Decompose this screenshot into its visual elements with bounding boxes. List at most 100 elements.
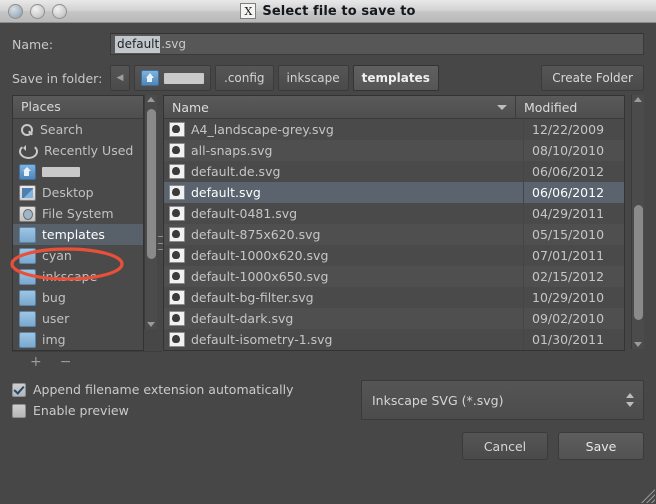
file-modified: 12/22/2009 [532, 122, 605, 137]
pane-splitter-handle[interactable] [158, 236, 163, 250]
places-item-file-system[interactable]: File System [13, 203, 143, 224]
scroll-up-icon[interactable] [634, 97, 642, 102]
file-name: default-1000x650.svg [191, 269, 329, 284]
file-name: default.svg [191, 185, 261, 200]
file-modified: 05/15/2010 [532, 227, 605, 242]
column-header-name[interactable]: Name [164, 96, 516, 118]
places-item-desktop[interactable]: Desktop [13, 182, 143, 203]
table-row[interactable]: default-1000x620.svg 07/01/2011 [164, 245, 624, 266]
title-bar: X Select file to save to [0, 0, 656, 23]
add-bookmark-button[interactable]: + [30, 355, 42, 369]
breadcrumb-templates[interactable]: templates [352, 65, 439, 91]
append-extension-checkbox-row[interactable]: Append filename extension automatically [12, 382, 294, 397]
file-list-header: Name Modified [164, 96, 624, 119]
desktop-icon [19, 184, 36, 201]
places-item-label: templates [42, 227, 105, 242]
svg-file-icon [169, 332, 185, 347]
places-scrollbar-thumb[interactable] [147, 109, 156, 259]
window-title: Select file to save to [262, 3, 416, 19]
filename-extension-text: .svg [161, 37, 187, 51]
filetype-select[interactable]: Inkscape SVG (*.svg) [361, 380, 644, 420]
file-name: default-1000x620.svg [191, 248, 329, 263]
svg-file-icon [169, 311, 185, 326]
checkbox-unchecked-icon[interactable] [12, 403, 26, 418]
resize-grip[interactable] [639, 487, 655, 503]
file-modified: 06/06/2012 [532, 164, 605, 179]
sort-descending-icon [497, 105, 507, 110]
path-back-button[interactable]: ◀ [110, 65, 130, 91]
places-item-bug[interactable]: bug [13, 287, 143, 308]
places-item-label: File System [42, 206, 114, 221]
svg-file-icon [169, 290, 185, 305]
table-row[interactable]: all-snaps.svg 08/10/2010 [164, 140, 624, 161]
places-item-img[interactable]: img [13, 329, 143, 350]
places-item-inkscape[interactable]: inkscape [13, 266, 143, 287]
places-item-label: Search [40, 122, 83, 137]
save-button[interactable]: Save [558, 432, 644, 460]
path-bar: Save in folder: ◀ .config inkscape templ… [0, 61, 656, 95]
home-icon [141, 70, 159, 86]
create-folder-button[interactable]: Create Folder [541, 65, 644, 91]
places-item-home[interactable] [13, 161, 143, 182]
cancel-button[interactable]: Cancel [462, 432, 548, 460]
file-modified: 02/15/2012 [532, 269, 605, 284]
svg-file-icon [169, 269, 185, 284]
save-file-dialog: X Select file to save to Name: default .s… [0, 0, 656, 504]
file-name: default-875x620.svg [191, 227, 321, 242]
filename-input[interactable]: default .svg [110, 33, 644, 55]
breadcrumb-config[interactable]: .config [215, 65, 274, 91]
places-item-user[interactable]: user [13, 308, 143, 329]
breadcrumb-home[interactable] [134, 65, 211, 91]
column-header-modified[interactable]: Modified [516, 96, 624, 118]
column-header-name-label: Name [172, 99, 209, 115]
file-modified: 01/30/2011 [532, 332, 605, 347]
filename-label: Name: [12, 36, 54, 52]
window-controls [8, 3, 67, 19]
table-row-selected[interactable]: default.svg 06/06/2012 [164, 182, 624, 203]
checkbox-checked-icon[interactable] [12, 382, 26, 397]
scroll-up-icon[interactable] [147, 97, 155, 102]
scroll-down-icon[interactable] [147, 322, 155, 327]
places-scrollbar[interactable] [144, 95, 157, 329]
scroll-down-icon[interactable] [634, 342, 642, 347]
table-row[interactable]: default-875x620.svg 05/15/2010 [164, 224, 624, 245]
maximize-button[interactable] [52, 3, 67, 19]
filename-row: Name: default .svg [0, 27, 656, 61]
options-row: Append filename extension automatically … [0, 372, 656, 420]
svg-file-icon [169, 164, 185, 179]
recent-icon [19, 143, 38, 159]
svg-file-icon [169, 248, 185, 263]
folder-icon [19, 289, 36, 306]
file-modified: 08/10/2010 [532, 143, 605, 158]
close-button[interactable] [8, 3, 23, 19]
file-modified: 04/29/2011 [532, 206, 605, 221]
file-list-scrollbar-thumb[interactable] [634, 205, 643, 320]
table-row[interactable]: default-0481.svg 04/29/2011 [164, 203, 624, 224]
places-item-cyan[interactable]: cyan [13, 245, 143, 266]
places-item-search[interactable]: Search [13, 119, 143, 140]
username-redacted [42, 166, 80, 177]
svg-file-icon [169, 206, 185, 221]
table-row[interactable]: default-dark.svg 09/02/2010 [164, 308, 624, 329]
table-row[interactable]: default-bg-filter.svg 10/29/2010 [164, 287, 624, 308]
file-name: default-dark.svg [191, 311, 294, 326]
places-item-recently-used[interactable]: Recently Used [13, 140, 143, 161]
remove-bookmark-button[interactable]: − [60, 355, 72, 369]
minimize-button[interactable] [30, 3, 45, 19]
table-row[interactable]: default.de.svg 06/06/2012 [164, 161, 624, 182]
checkbox-group: Append filename extension automatically … [12, 380, 294, 420]
table-row[interactable]: default-isometry-1.svg 01/30/2011 [164, 329, 624, 350]
enable-preview-checkbox-row[interactable]: Enable preview [12, 403, 294, 418]
table-row[interactable]: A4_landscape-grey.svg 12/22/2009 [164, 119, 624, 140]
file-modified: 10/29/2010 [532, 290, 605, 305]
places-item-label: Recently Used [44, 143, 134, 158]
table-row[interactable]: default-1000x650.svg 02/15/2012 [164, 266, 624, 287]
chevron-updown-icon[interactable] [626, 393, 634, 407]
svg-file-icon [169, 143, 185, 158]
filetype-selected-label: Inkscape SVG (*.svg) [372, 392, 504, 408]
places-item-templates[interactable]: templates [13, 224, 143, 245]
username-redacted [164, 72, 204, 84]
breadcrumb-inkscape[interactable]: inkscape [277, 65, 349, 91]
file-list-scrollbar[interactable] [631, 95, 644, 349]
append-extension-label: Append filename extension automatically [33, 382, 294, 397]
